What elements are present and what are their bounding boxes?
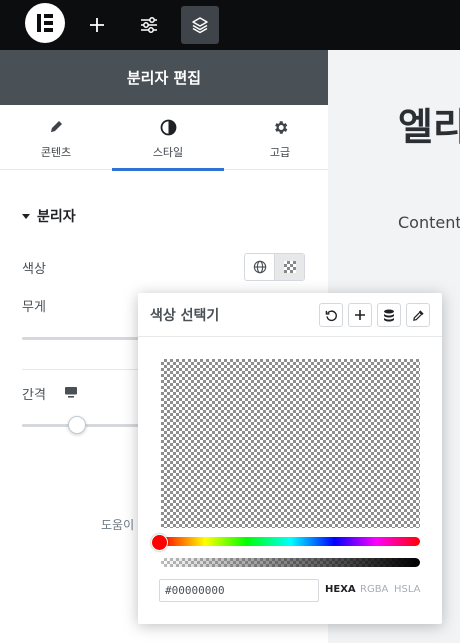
tab-content-label: 콘텐츠 [40,146,72,159]
panel-title: 분리자 편집 [0,50,328,105]
gear-icon [274,121,287,134]
saturation-value-area[interactable] [161,359,420,528]
format-rgba[interactable]: RGBA [360,584,388,595]
opacity-slider-handle[interactable] [162,559,169,566]
color-picker-title: 색상 선택기 [150,308,220,324]
reset-icon [325,309,337,321]
section-title: 분리자 [37,209,76,225]
hue-slider-handle[interactable] [151,534,168,551]
tab-content[interactable]: 콘텐츠 [0,105,112,170]
weight-label: 무게 [22,300,46,315]
format-hsla[interactable]: HSLA [394,584,421,595]
panel-tabs: 콘텐츠 스타일 고급 [0,105,328,171]
tab-style[interactable]: 스타일 [112,105,224,171]
section-divider-toggle[interactable]: 분리자 [22,206,76,226]
contrast-icon [160,119,176,136]
add-element-button[interactable] [78,6,116,44]
globe-icon [253,260,266,274]
elementor-logo-icon[interactable] [25,3,65,43]
desktop-icon[interactable] [64,386,78,398]
popover-divider [138,336,442,337]
editor-topbar [0,0,460,50]
color-picker-toolbar [319,303,430,327]
structure-layers-button[interactable] [181,6,219,44]
plus-icon [90,18,104,32]
global-colors-button[interactable] [245,254,275,280]
site-settings-button[interactable] [130,6,168,44]
preview-text: Content [398,213,460,232]
global-colors-library-button[interactable] [377,303,401,327]
help-link[interactable]: 도움이 [101,516,134,533]
hex-color-input[interactable] [159,579,319,602]
gap-label: 간격 [22,388,46,403]
hue-slider[interactable] [161,537,420,546]
transparent-swatch-icon [283,261,296,273]
preview-heading: 엘리 [398,105,460,149]
format-hexa[interactable]: HEXA [325,584,356,595]
tab-style-label: 스타일 [152,146,184,159]
database-icon [384,309,394,321]
add-global-color-button[interactable] [348,303,372,327]
pencil-icon [51,121,62,132]
gap-slider-handle[interactable] [68,416,86,434]
tab-advanced[interactable]: 고급 [224,105,336,170]
sliders-icon [141,17,157,33]
eyedropper-icon [412,309,424,321]
color-label: 색상 [22,262,46,277]
color-picker-popover: 색상 선택기 HEXA RGB [138,293,442,624]
plus-icon [355,310,365,320]
tab-advanced-label: 고급 [269,146,291,159]
color-swatch-button[interactable] [275,254,304,280]
active-tab-indicator [112,168,224,171]
layers-icon [192,17,208,34]
color-control [244,253,305,281]
opacity-slider[interactable] [161,558,420,567]
reset-button[interactable] [319,303,343,327]
eyedropper-button[interactable] [406,303,430,327]
weight-slider[interactable] [22,337,142,340]
caret-down-icon [22,213,30,219]
